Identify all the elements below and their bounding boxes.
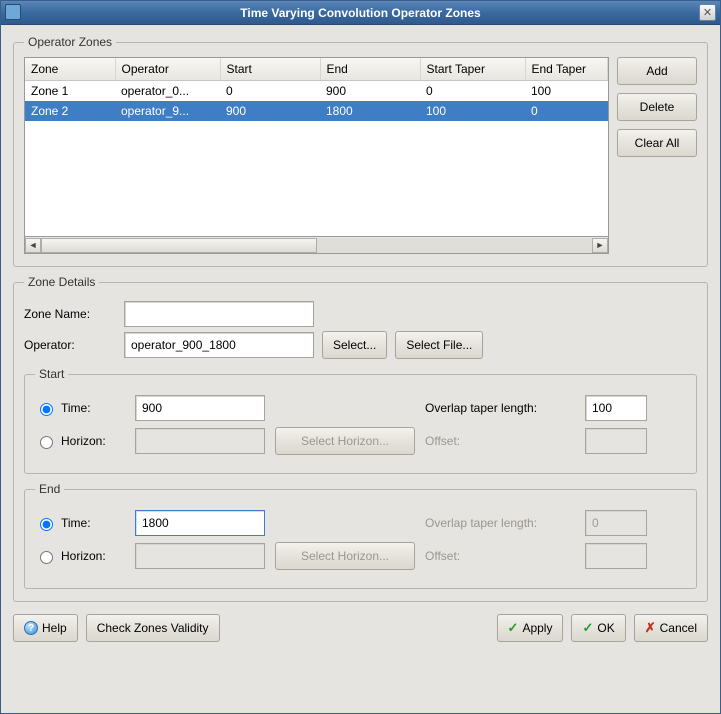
clear-all-button[interactable]: Clear All <box>617 129 697 157</box>
x-icon: ✗ <box>645 620 656 636</box>
table-cell: operator_9... <box>115 101 220 121</box>
start-offset-field <box>585 428 647 454</box>
end-offset-label: Offset: <box>425 549 575 563</box>
select-button[interactable]: Select... <box>322 331 387 359</box>
start-overlap-field[interactable] <box>585 395 647 421</box>
table-cell: Zone 2 <box>25 101 115 121</box>
help-button[interactable]: ? Help <box>13 614 78 642</box>
operator-label: Operator: <box>24 338 116 352</box>
end-time-radio[interactable] <box>40 518 53 531</box>
operator-field[interactable] <box>124 332 314 358</box>
start-horizon-label: Horizon: <box>61 434 106 448</box>
zone-details-legend: Zone Details <box>24 275 99 289</box>
zone-name-label: Zone Name: <box>24 307 116 321</box>
titlebar: Time Varying Convolution Operator Zones … <box>1 1 720 25</box>
end-overlap-field <box>585 510 647 536</box>
start-time-field[interactable] <box>135 395 265 421</box>
table-cell: 0 <box>420 81 525 102</box>
table-cell: Zone 1 <box>25 81 115 102</box>
ok-button-label: OK <box>597 621 614 635</box>
window: Time Varying Convolution Operator Zones … <box>0 0 721 714</box>
col-operator[interactable]: Operator <box>115 58 220 81</box>
cancel-button[interactable]: ✗ Cancel <box>634 614 708 642</box>
start-horizon-radio[interactable] <box>40 436 53 449</box>
apply-button-label: Apply <box>522 621 552 635</box>
check-icon: ✓ <box>508 620 519 636</box>
apply-button[interactable]: ✓ Apply <box>497 614 564 642</box>
table-cell: 1800 <box>320 101 420 121</box>
col-end[interactable]: End <box>320 58 420 81</box>
add-button[interactable]: Add <box>617 57 697 85</box>
start-overlap-label: Overlap taper length: <box>425 401 575 415</box>
col-zone[interactable]: Zone <box>25 58 115 81</box>
window-title: Time Varying Convolution Operator Zones <box>240 6 480 20</box>
start-time-label: Time: <box>61 401 91 415</box>
end-overlap-label: Overlap taper length: <box>425 516 575 530</box>
end-time-label: Time: <box>61 516 91 530</box>
table-cell: 0 <box>525 101 608 121</box>
cancel-button-label: Cancel <box>660 621 697 635</box>
start-group: Start Time: Overlap taper length: Horizo… <box>24 367 697 474</box>
close-icon[interactable]: ✕ <box>699 4 716 21</box>
start-select-horizon-button: Select Horizon... <box>275 427 415 455</box>
col-end-taper[interactable]: End Taper <box>525 58 608 81</box>
scroll-track[interactable] <box>41 238 592 253</box>
end-horizon-radio[interactable] <box>40 551 53 564</box>
end-time-field[interactable] <box>135 510 265 536</box>
table-cell: 0 <box>220 81 320 102</box>
table-cell: 900 <box>320 81 420 102</box>
scroll-thumb[interactable] <box>41 238 317 253</box>
bottom-bar: ? Help Check Zones Validity ✓ Apply ✓ OK… <box>13 610 708 644</box>
check-zones-button[interactable]: Check Zones Validity <box>86 614 220 642</box>
table-cell: operator_0... <box>115 81 220 102</box>
col-start-taper[interactable]: Start Taper <box>420 58 525 81</box>
operator-zones-group: Operator Zones Zone Operator <box>13 35 708 267</box>
help-button-label: Help <box>42 621 67 635</box>
ok-button[interactable]: ✓ OK <box>571 614 625 642</box>
start-horizon-field <box>135 428 265 454</box>
zone-details-group: Zone Details Zone Name: Operator: Select… <box>13 275 708 602</box>
zone-name-field[interactable] <box>124 301 314 327</box>
col-start[interactable]: Start <box>220 58 320 81</box>
check-icon: ✓ <box>582 620 593 636</box>
delete-button[interactable]: Delete <box>617 93 697 121</box>
table-cell: 100 <box>525 81 608 102</box>
end-group: End Time: Overlap taper length: Horizon: <box>24 482 697 589</box>
table-cell: 100 <box>420 101 525 121</box>
scroll-right-icon[interactable]: ► <box>592 238 608 253</box>
start-time-radio[interactable] <box>40 403 53 416</box>
start-legend: Start <box>35 367 68 381</box>
end-offset-field <box>585 543 647 569</box>
app-icon <box>5 4 21 20</box>
content: Operator Zones Zone Operator <box>1 25 720 713</box>
table-row[interactable]: Zone 1operator_0...09000100 <box>25 81 608 102</box>
table-row[interactable]: Zone 2operator_9...90018001000 <box>25 101 608 121</box>
end-horizon-field <box>135 543 265 569</box>
select-file-button[interactable]: Select File... <box>395 331 483 359</box>
end-horizon-label: Horizon: <box>61 549 106 563</box>
zones-table[interactable]: Zone Operator Start End Start Taper End … <box>24 57 609 237</box>
zones-horizontal-scrollbar[interactable]: ◄ ► <box>24 237 609 254</box>
table-cell: 900 <box>220 101 320 121</box>
operator-zones-legend: Operator Zones <box>24 35 116 49</box>
end-select-horizon-button: Select Horizon... <box>275 542 415 570</box>
end-legend: End <box>35 482 64 496</box>
start-offset-label: Offset: <box>425 434 575 448</box>
help-icon: ? <box>24 621 38 635</box>
scroll-left-icon[interactable]: ◄ <box>25 238 41 253</box>
